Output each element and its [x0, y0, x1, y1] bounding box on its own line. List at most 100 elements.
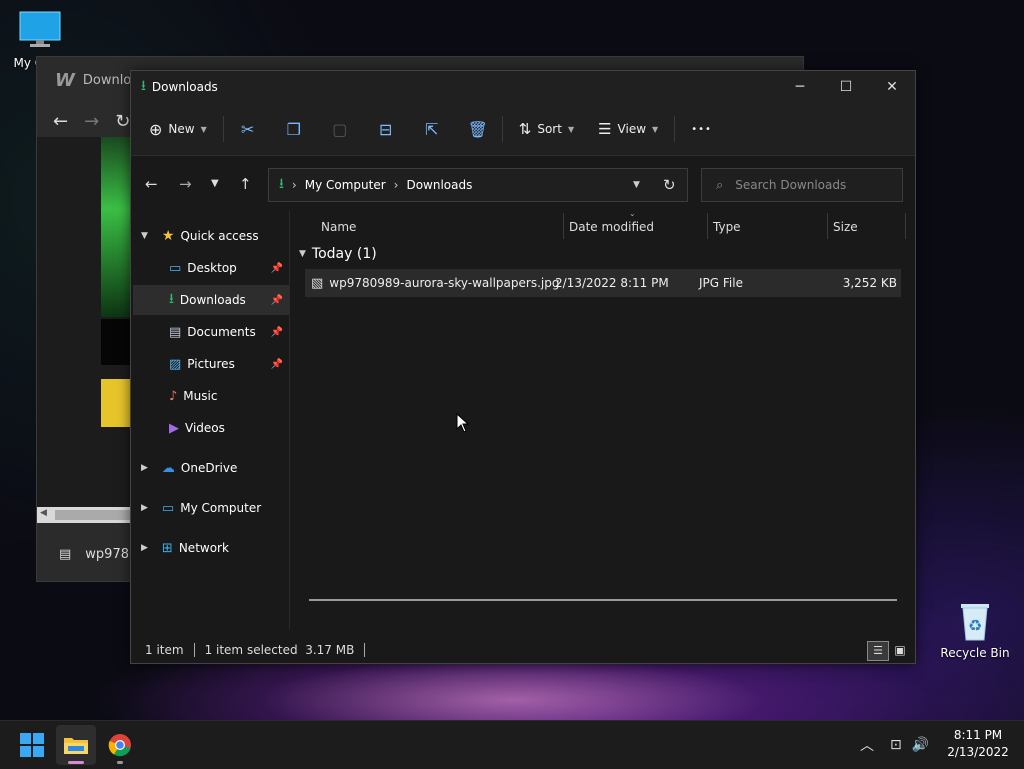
- copy-icon[interactable]: ❐: [278, 120, 310, 139]
- status-bar: 1 item 1 item selected 3.17 MB ☰ ▣: [131, 637, 915, 663]
- pin-icon[interactable]: 📌: [271, 359, 283, 370]
- view-label: View: [617, 122, 647, 136]
- browser-back-icon[interactable]: ←: [53, 111, 68, 132]
- table-row[interactable]: ▧ wp9780989-aurora-sky-wallpapers.jpg 2/…: [305, 269, 901, 297]
- system-tray: ︿ ⊡ 🔊: [860, 721, 929, 769]
- cut-icon[interactable]: ✂: [232, 120, 264, 139]
- desktop-icon-recycle-bin[interactable]: ♻ Recycle Bin: [940, 598, 1010, 660]
- paste-icon[interactable]: ▢: [324, 120, 356, 139]
- delete-icon[interactable]: 🗑: [462, 120, 494, 139]
- nav-pictures[interactable]: ▨ Pictures 📌: [133, 349, 289, 379]
- volume-icon[interactable]: 🔊: [912, 737, 929, 753]
- nav-videos[interactable]: ▶ Videos: [133, 413, 289, 443]
- breadcrumb-downloads[interactable]: Downloads: [406, 178, 472, 192]
- minimize-button[interactable]: ─: [777, 71, 823, 103]
- scrollbar-thumb[interactable]: [55, 510, 131, 520]
- chevron-right-icon: ▶: [141, 543, 148, 553]
- column-header-size[interactable]: Size: [833, 211, 903, 243]
- downloads-icon: ⭳: [169, 291, 174, 307]
- column-divider[interactable]: [905, 213, 906, 239]
- column-header-date[interactable]: Date modified ⌄: [569, 209, 705, 243]
- details-view-icon[interactable]: ☰: [867, 641, 889, 661]
- nav-documents[interactable]: ▤ Documents 📌: [133, 317, 289, 347]
- desktop-folder-icon: ▭: [169, 260, 182, 276]
- column-divider[interactable]: [827, 213, 828, 239]
- image-file-icon: ▧: [311, 275, 324, 291]
- horizontal-scrollbar[interactable]: [309, 599, 897, 601]
- group-label: Today (1): [311, 246, 377, 262]
- pin-icon[interactable]: 📌: [271, 263, 283, 274]
- taskbar-chrome[interactable]: [100, 725, 140, 765]
- browser-horizontal-scrollbar[interactable]: ◀: [37, 507, 131, 523]
- toolbar-divider: [501, 116, 503, 142]
- up-icon[interactable]: ↑: [239, 175, 252, 193]
- nav-quick-access[interactable]: ▼ ★ Quick access: [131, 221, 289, 251]
- item-count: 1 item: [145, 643, 184, 657]
- nav-downloads[interactable]: ⭳ Downloads 📌: [133, 285, 289, 315]
- chevron-down-icon: ▼: [141, 231, 148, 241]
- column-divider[interactable]: [563, 213, 564, 239]
- nav-label: Music: [183, 389, 218, 403]
- toolbar-divider: [674, 116, 676, 142]
- search-icon: ⌕: [716, 177, 724, 193]
- page-image-yellow: [101, 379, 131, 427]
- title-bar[interactable]: ⭳ Downloads ─ ☐ ✕: [131, 71, 915, 103]
- recent-locations-icon[interactable]: ▼: [211, 178, 219, 189]
- nav-music[interactable]: ♪ Music: [133, 381, 289, 411]
- nav-my-computer[interactable]: ▶ ▭ My Computer: [131, 493, 289, 523]
- chevron-down-icon: ▼: [652, 124, 659, 134]
- address-bar[interactable]: ⭳ › My Computer › Downloads ▼ ↻: [268, 168, 688, 202]
- new-label: New: [168, 122, 195, 136]
- file-explorer-window[interactable]: ⭳ Downloads ─ ☐ ✕ ⊕ New ▼ ✂ ❐ ▢ ⊟ ⇱ 🗑 ⇅ …: [130, 70, 916, 664]
- network-icon: ⊞: [161, 540, 173, 556]
- new-button[interactable]: ⊕ New ▼: [141, 113, 215, 145]
- clock[interactable]: 8:11 PM 2/13/2022: [944, 727, 1012, 761]
- start-button[interactable]: [12, 725, 52, 765]
- close-button[interactable]: ✕: [869, 71, 915, 103]
- chevron-right-icon: ▶: [141, 463, 148, 473]
- forward-icon[interactable]: →: [179, 175, 192, 193]
- nav-onedrive[interactable]: ▶ ☁ OneDrive: [131, 453, 289, 483]
- refresh-icon[interactable]: ↻: [663, 176, 676, 194]
- nav-desktop[interactable]: ▭ Desktop 📌: [133, 253, 289, 283]
- page-image-dark: [101, 319, 131, 365]
- windows-logo-icon: [20, 733, 44, 757]
- pin-icon[interactable]: 📌: [271, 327, 283, 338]
- back-icon[interactable]: ←: [145, 175, 158, 193]
- scroll-left-icon[interactable]: ◀: [40, 508, 47, 518]
- column-header-name[interactable]: Name: [321, 211, 561, 243]
- file-type-cell: JPG File: [699, 276, 743, 290]
- rename-icon[interactable]: ⊟: [370, 120, 402, 139]
- search-box[interactable]: ⌕ Search Downloads: [701, 168, 903, 202]
- browser-reload-icon[interactable]: ↻: [115, 111, 130, 132]
- column-divider[interactable]: [707, 213, 708, 239]
- group-header-today[interactable]: ▼ Today (1): [299, 243, 377, 265]
- chevron-right-icon: ▶: [141, 503, 148, 513]
- share-icon[interactable]: ⇱: [416, 120, 448, 139]
- tiles-view-icon[interactable]: ▣: [891, 641, 909, 659]
- browser-forward-icon[interactable]: →: [84, 111, 99, 132]
- address-dropdown-icon[interactable]: ▼: [633, 180, 640, 190]
- status-divider: [364, 643, 366, 657]
- breadcrumb-my-computer[interactable]: My Computer: [305, 178, 386, 192]
- breadcrumb-separator: ›: [291, 178, 297, 192]
- file-list: Name Date modified ⌄ Type Size ▼ Today (…: [291, 209, 915, 629]
- taskbar-file-explorer[interactable]: [56, 725, 96, 765]
- view-button[interactable]: ☰ View ▼: [590, 113, 666, 145]
- maximize-button[interactable]: ☐: [823, 71, 869, 103]
- chevron-up-icon[interactable]: ︿: [860, 735, 874, 755]
- nav-label: Videos: [185, 421, 225, 435]
- more-icon: •••: [691, 123, 712, 135]
- nav-network[interactable]: ▶ ⊞ Network: [131, 533, 289, 563]
- sort-button[interactable]: ⇅ Sort ▼: [511, 113, 582, 145]
- network-status-icon[interactable]: ⊡: [890, 737, 902, 753]
- pin-icon[interactable]: 📌: [271, 295, 283, 306]
- nav-label: OneDrive: [180, 461, 238, 475]
- column-header-type[interactable]: Type: [713, 211, 825, 243]
- more-options-button[interactable]: •••: [683, 113, 720, 145]
- address-row: ← → ▼ ↑ ⭳ › My Computer › Downloads ▼ ↻ …: [131, 156, 915, 212]
- recycle-bin-icon: ♻: [961, 604, 989, 641]
- file-name: wp9780989-aurora-sky-wallpapers.jpg: [329, 276, 560, 290]
- breadcrumb-separator: ›: [393, 178, 399, 192]
- chevron-down-icon: ▼: [200, 124, 207, 134]
